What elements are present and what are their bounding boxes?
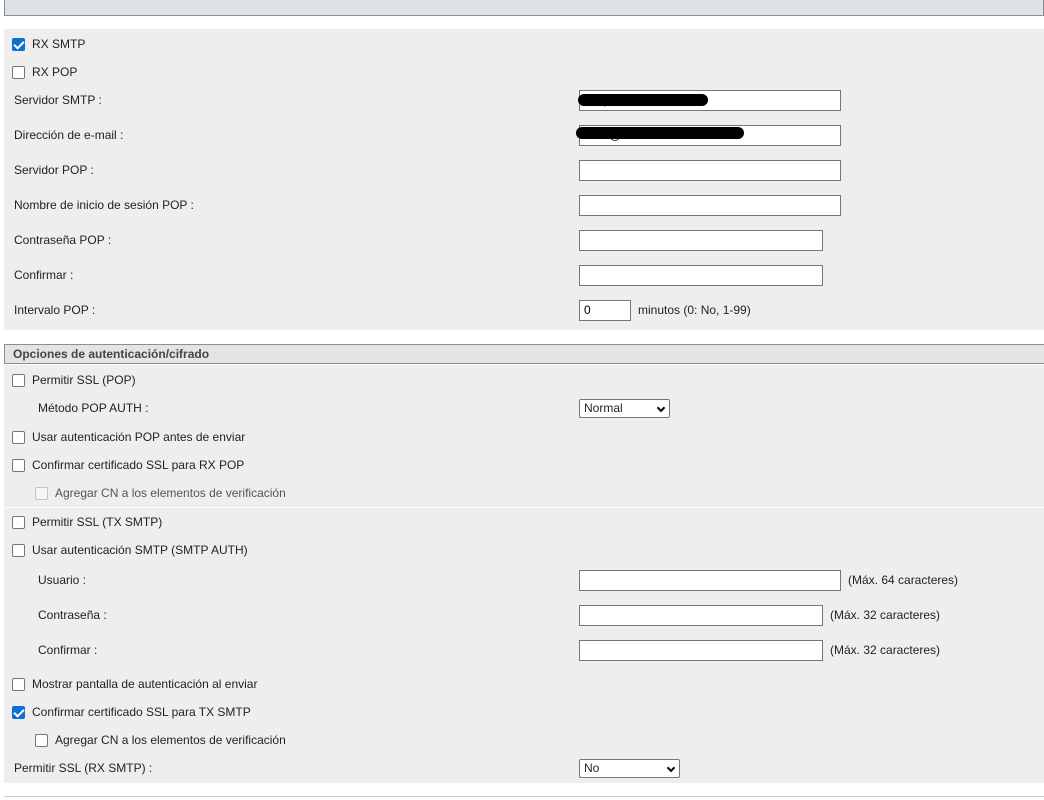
add-cn-pop-row: Agregar CN a los elementos de verificaci… — [4, 482, 1044, 504]
confirm-ssl-tx-smtp-row: Confirmar certificado SSL para TX SMTP — [4, 701, 1044, 723]
confirm-ssl-tx-smtp-label: Confirmar certificado SSL para TX SMTP — [32, 705, 251, 719]
smtp-user-label: Usuario : — [38, 573, 87, 587]
pop-auth-method-value: Normal — [584, 400, 623, 415]
allow-ssl-tx-smtp-checkbox[interactable] — [12, 515, 25, 529]
pop-confirm-label: Confirmar : — [14, 268, 74, 282]
smtp-auth-label: Usar autenticación SMTP (SMTP AUTH) — [32, 543, 248, 557]
smtp-password-input[interactable] — [579, 604, 823, 626]
confirm-ssl-rx-pop-label: Confirmar certificado SSL para RX POP — [32, 458, 245, 472]
redaction-mark — [578, 94, 708, 106]
pop-auth-method-label: Método POP AUTH : — [38, 401, 149, 415]
rx-pop-checkbox[interactable] — [12, 65, 25, 79]
pop-interval-label: Intervalo POP : — [14, 303, 96, 317]
add-cn-smtp-checkbox[interactable] — [35, 733, 48, 747]
smtp-user-input[interactable] — [579, 569, 841, 591]
rx-pop-row: RX POP — [4, 61, 1044, 83]
rx-smtp-checkbox[interactable] — [12, 37, 25, 51]
add-cn-smtp-row: Agregar CN a los elementos de verificaci… — [4, 729, 1044, 751]
chevron-down-icon — [666, 763, 676, 772]
pop-auth-method-row: Método POP AUTH : Normal — [4, 397, 1044, 419]
pop-login-input[interactable] — [579, 194, 841, 216]
allow-ssl-rx-smtp-row: Permitir SSL (RX SMTP) : No — [4, 757, 1044, 779]
pop-server-row: Servidor POP : — [4, 159, 1044, 181]
show-auth-screen-row: Mostrar pantalla de autenticación al env… — [4, 673, 1044, 695]
rx-smtp-label: RX SMTP — [32, 37, 86, 51]
smtp-confirm-row: Confirmar : (Máx. 32 caracteres) — [4, 639, 1044, 661]
rx-pop-label: RX POP — [32, 65, 78, 79]
pop-login-row: Nombre de inicio de sesión POP : — [4, 194, 1044, 216]
add-cn-pop-checkbox[interactable] — [35, 486, 48, 500]
pop-password-input[interactable] — [579, 229, 823, 251]
pop-before-send-row: Usar autenticación POP antes de enviar — [4, 426, 1044, 448]
pop-interval-input[interactable]: 0 — [579, 299, 631, 321]
pop-server-label: Servidor POP : — [14, 163, 94, 177]
smtp-auth-panel: Permitir SSL (TX SMTP) Usar autenticació… — [4, 508, 1044, 783]
smtp-confirm-input[interactable] — [579, 639, 823, 661]
smtp-password-label: Contraseña : — [38, 608, 107, 622]
email-address-label: Dirección de e-mail : — [14, 128, 124, 142]
redaction-mark — [576, 127, 744, 139]
smtp-auth-row: Usar autenticación SMTP (SMTP AUTH) — [4, 539, 1044, 561]
bottom-divider — [4, 796, 1044, 797]
pop-before-send-label: Usar autenticación POP antes de enviar — [32, 430, 246, 444]
smtp-server-label: Servidor SMTP : — [14, 93, 102, 107]
show-auth-screen-label: Mostrar pantalla de autenticación al env… — [32, 677, 258, 691]
auth-section-header: Opciones de autenticación/cifrado — [4, 344, 1044, 364]
allow-ssl-tx-smtp-label: Permitir SSL (TX SMTP) — [32, 515, 163, 529]
pop-interval-hint: minutos (0: No, 1-99) — [638, 303, 751, 317]
smtp-user-row: Usuario : (Máx. 64 caracteres) — [4, 569, 1044, 591]
allow-ssl-pop-row: Permitir SSL (POP) — [4, 369, 1044, 391]
add-cn-smtp-label: Agregar CN a los elementos de verificaci… — [55, 733, 286, 747]
allow-ssl-rx-smtp-select[interactable]: No — [579, 758, 680, 778]
confirm-ssl-rx-pop-row: Confirmar certificado SSL para RX POP — [4, 454, 1044, 476]
smtp-confirm-hint: (Máx. 32 caracteres) — [830, 643, 941, 657]
add-cn-pop-label: Agregar CN a los elementos de verificaci… — [55, 486, 286, 500]
allow-ssl-tx-smtp-row: Permitir SSL (TX SMTP) — [4, 511, 1044, 533]
allow-ssl-pop-checkbox[interactable] — [12, 373, 25, 387]
chevron-down-icon — [656, 403, 666, 412]
pop-confirm-row: Confirmar : — [4, 264, 1044, 286]
smtp-server-row: Servidor SMTP : smtp.••••••u — [4, 89, 1044, 111]
top-header-bar — [4, 0, 1044, 16]
smtp-password-row: Contraseña : (Máx. 32 caracteres) — [4, 604, 1044, 626]
allow-ssl-pop-label: Permitir SSL (POP) — [32, 373, 136, 387]
pop-password-label: Contraseña POP : — [14, 233, 112, 247]
confirm-ssl-tx-smtp-checkbox[interactable] — [12, 705, 25, 719]
smtp-confirm-label: Confirmar : — [38, 643, 98, 657]
allow-ssl-rx-smtp-value: No — [584, 760, 600, 775]
rx-smtp-row: RX SMTP — [4, 33, 1044, 55]
pop-login-label: Nombre de inicio de sesión POP : — [14, 198, 194, 212]
email-address-row: Dirección de e-mail : ••••••@•••••• — [4, 124, 1044, 146]
allow-ssl-rx-smtp-label: Permitir SSL (RX SMTP) : — [14, 761, 153, 775]
pop-interval-row: Intervalo POP : 0 minutos (0: No, 1-99) — [4, 299, 1044, 321]
smtp-user-hint: (Máx. 64 caracteres) — [848, 573, 959, 587]
server-settings-panel: RX SMTP RX POP Servidor SMTP : smtp.••••… — [4, 29, 1044, 330]
smtp-auth-checkbox[interactable] — [12, 543, 25, 557]
pop-confirm-input[interactable] — [579, 264, 823, 286]
show-auth-screen-checkbox[interactable] — [12, 677, 25, 691]
pop-auth-method-select[interactable]: Normal — [579, 398, 670, 418]
pop-password-row: Contraseña POP : — [4, 229, 1044, 251]
confirm-ssl-rx-pop-checkbox[interactable] — [12, 458, 25, 472]
pop-before-send-checkbox[interactable] — [12, 430, 25, 444]
smtp-password-hint: (Máx. 32 caracteres) — [830, 608, 941, 622]
pop-server-input[interactable] — [579, 159, 841, 181]
